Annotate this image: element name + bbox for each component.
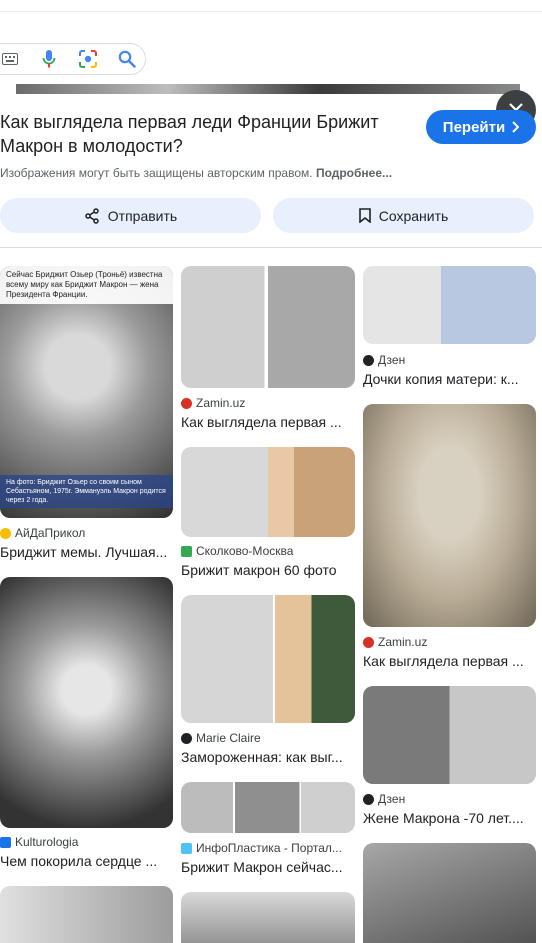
skolkovo-icon <box>181 545 192 557</box>
infoplastika-icon <box>181 842 192 854</box>
result-caption[interactable]: Брижит Макрон сейчас... <box>181 859 355 875</box>
divider <box>0 247 542 248</box>
share-button[interactable]: Отправить <box>0 198 261 233</box>
copyright-notice: Изображения могут быть защищены авторски… <box>0 166 392 180</box>
keyboard-icon[interactable] <box>0 48 21 70</box>
top-strip <box>0 0 542 12</box>
result-image[interactable] <box>181 892 355 943</box>
notice-text: Изображения могут быть защищены авторски… <box>0 166 313 180</box>
visit-label: Перейти <box>442 118 506 136</box>
result-caption[interactable]: Как выглядела первая ... <box>181 414 355 430</box>
zamin-icon <box>181 397 192 409</box>
search-bar[interactable] <box>0 43 146 75</box>
dzen-icon <box>363 793 374 805</box>
image-overlay-text: Сейчас Бриджит Озьер (Троньё) известна в… <box>0 266 173 304</box>
result-caption[interactable]: Брижит макрон 60 фото <box>181 562 355 578</box>
lens-icon[interactable] <box>77 48 99 70</box>
source-name: Zamin.uz <box>196 396 246 410</box>
marie-claire-icon <box>181 732 192 744</box>
photo-placeholder <box>363 404 536 627</box>
image-overlay-caption: На фото: Бриджит Озьер со своим сыном Се… <box>0 475 173 508</box>
result-caption[interactable]: Чем покорила сердце ... <box>0 853 173 869</box>
microphone-icon[interactable] <box>38 48 60 70</box>
result-image[interactable] <box>363 843 536 943</box>
result-image[interactable] <box>0 577 173 828</box>
result-caption[interactable]: Как выглядела первая ... <box>363 653 536 669</box>
photo-placeholder <box>0 886 173 943</box>
result-image[interactable]: Сейчас Бриджит Озьер (Троньё) известна в… <box>0 266 173 518</box>
search-icon[interactable] <box>116 48 138 70</box>
share-icon <box>85 207 99 224</box>
result-image[interactable] <box>363 686 536 784</box>
visit-button[interactable]: Перейти <box>426 110 536 144</box>
result-image[interactable] <box>363 266 536 344</box>
source-name: ИнфоПластика - Портал... <box>196 841 342 855</box>
source-name: Marie Claire <box>196 731 261 745</box>
save-button[interactable]: Сохранить <box>273 198 534 233</box>
zamin-icon <box>363 636 374 648</box>
result-image[interactable] <box>363 404 536 627</box>
photo-placeholder <box>181 892 355 943</box>
result-caption[interactable]: Бриджит мемы. Лучшая... <box>0 544 173 560</box>
photo-placeholder <box>0 577 173 828</box>
source-name: Kulturologia <box>15 835 79 849</box>
dzen-icon <box>363 354 374 366</box>
result-source[interactable]: Zamin.uz <box>181 396 355 410</box>
result-image[interactable] <box>181 447 355 537</box>
photo-placeholder <box>363 843 536 943</box>
photo-placeholder <box>181 595 355 723</box>
result-image[interactable] <box>0 886 173 943</box>
result-caption[interactable]: Замороженная: как выг... <box>181 749 355 765</box>
result-source[interactable]: Сколково-Москва <box>181 544 355 558</box>
result-source[interactable]: Kulturologia <box>0 835 173 849</box>
smiley-icon <box>0 527 11 539</box>
photo-placeholder <box>181 447 355 537</box>
source-name: Дзен <box>378 792 406 806</box>
save-label: Сохранить <box>378 207 449 224</box>
chevron-right-icon <box>512 121 520 133</box>
share-label: Отправить <box>107 207 178 224</box>
result-source[interactable]: Zamin.uz <box>363 635 536 649</box>
photo-placeholder <box>181 782 355 833</box>
kulturologia-icon <box>0 836 11 848</box>
result-source[interactable]: Дзен <box>363 792 536 806</box>
result-source[interactable]: Дзен <box>363 353 536 367</box>
source-name: Zamin.uz <box>378 635 428 649</box>
result-image[interactable] <box>181 782 355 833</box>
learn-more-link[interactable]: Подробнее... <box>316 166 392 180</box>
result-caption[interactable]: Жене Макрона -70 лет.... <box>363 810 536 826</box>
source-name: Дзен <box>378 353 406 367</box>
result-image[interactable] <box>181 595 355 723</box>
result-source[interactable]: АйДаПрикол <box>0 526 173 540</box>
source-name: АйДаПрикол <box>15 526 86 540</box>
result-source[interactable]: ИнфоПластика - Портал... <box>181 841 355 855</box>
photo-placeholder <box>363 266 536 344</box>
photo-placeholder <box>181 266 355 388</box>
source-name: Сколково-Москва <box>196 544 294 558</box>
result-caption[interactable]: Дочки копия матери: к... <box>363 371 536 387</box>
photo-placeholder <box>363 686 536 784</box>
result-image[interactable] <box>181 266 355 388</box>
image-title[interactable]: Как выглядела первая леди Франции Брижит… <box>0 110 410 158</box>
image-preview <box>16 84 520 94</box>
bookmark-icon <box>358 208 371 223</box>
result-source[interactable]: Marie Claire <box>181 731 355 745</box>
